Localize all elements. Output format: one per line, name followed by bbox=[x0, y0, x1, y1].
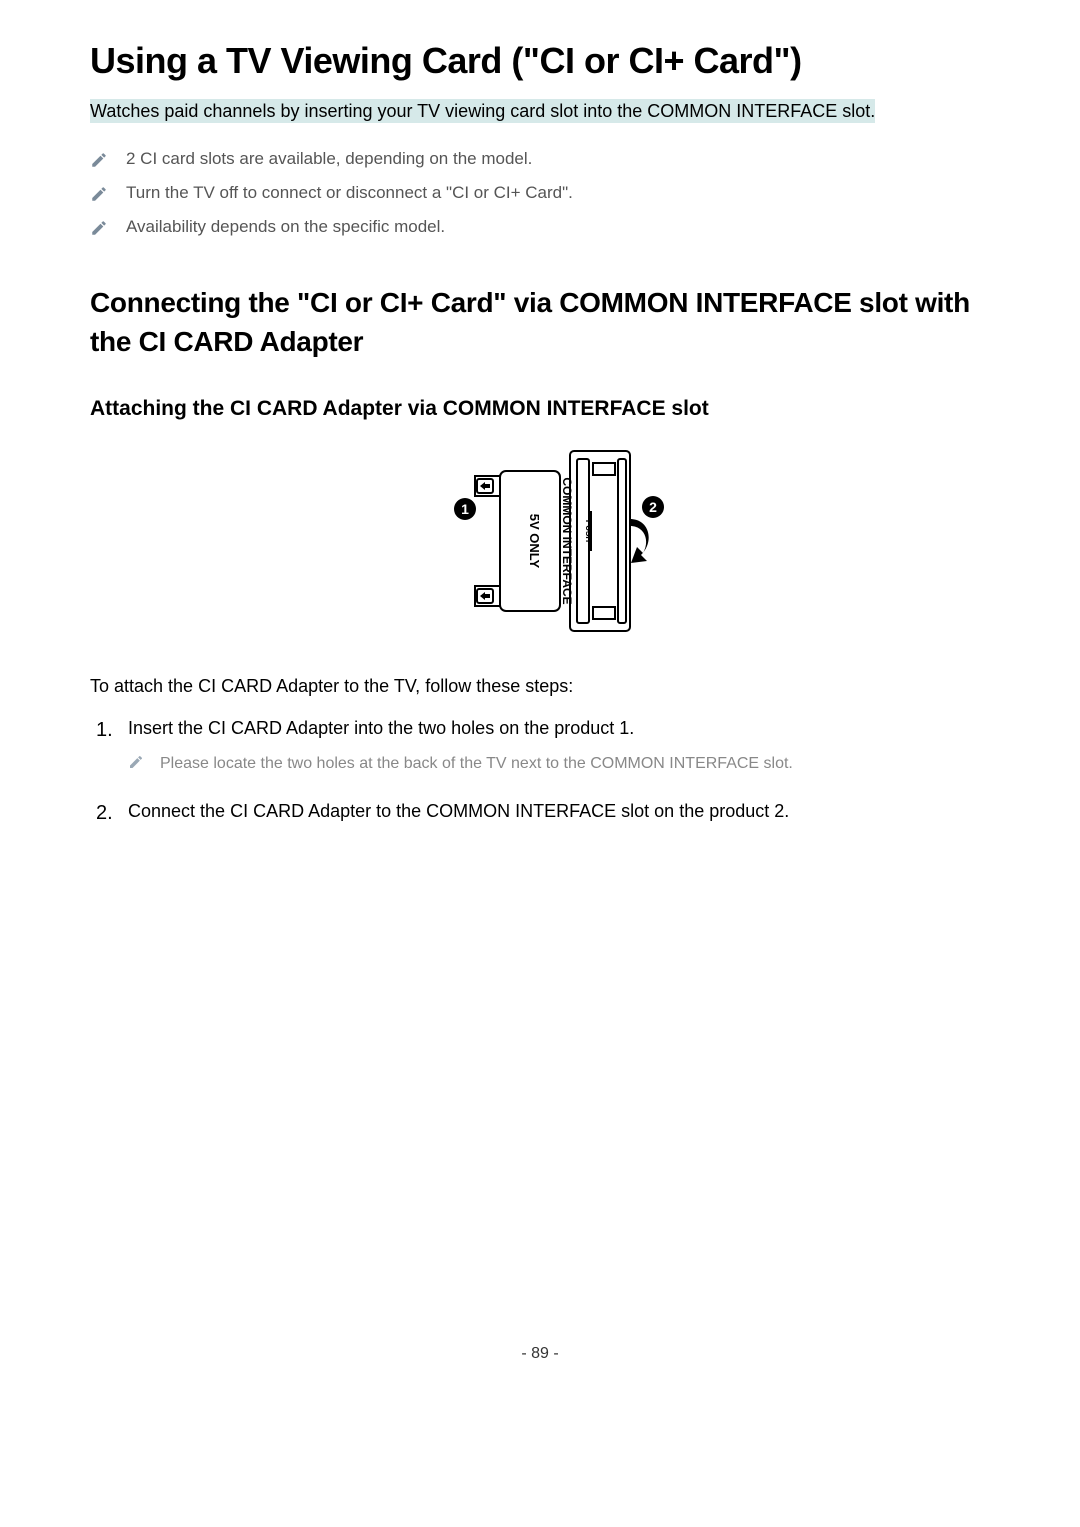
steps-intro: To attach the CI CARD Adapter to the TV,… bbox=[90, 676, 990, 697]
note-row: Availability depends on the specific mod… bbox=[90, 217, 990, 237]
svg-text:COMMON INTERFACE: COMMON INTERFACE bbox=[560, 478, 574, 605]
notes-block: 2 CI card slots are available, depending… bbox=[90, 149, 990, 237]
subsection-heading: Attaching the CI CARD Adapter via COMMON… bbox=[90, 397, 990, 421]
svg-text:5V ONLY: 5V ONLY bbox=[527, 514, 542, 569]
step-item: Insert the CI CARD Adapter into the two … bbox=[90, 715, 990, 776]
step-subnote-text: Please locate the two holes at the back … bbox=[160, 752, 793, 776]
pencil-icon bbox=[90, 219, 108, 237]
page-title: Using a TV Viewing Card ("CI or CI+ Card… bbox=[90, 40, 990, 82]
ci-card-diagram: 1 2 5V ONLY COMMON INTERFACE PUSH bbox=[405, 441, 675, 641]
step-subnote: Please locate the two holes at the back … bbox=[128, 752, 990, 776]
pencil-icon bbox=[90, 151, 108, 169]
steps-list: Insert the CI CARD Adapter into the two … bbox=[90, 715, 990, 825]
section-heading: Connecting the "CI or CI+ Card" via COMM… bbox=[90, 283, 990, 361]
page-number: - 89 - bbox=[90, 1345, 990, 1363]
document-page: Using a TV Viewing Card ("CI or CI+ Card… bbox=[0, 0, 1080, 1403]
step-item: Connect the CI CARD Adapter to the COMMO… bbox=[90, 798, 990, 825]
svg-text:2: 2 bbox=[649, 499, 657, 515]
note-text: Availability depends on the specific mod… bbox=[126, 217, 990, 237]
note-text: 2 CI card slots are available, depending… bbox=[126, 149, 990, 169]
step-text: Insert the CI CARD Adapter into the two … bbox=[128, 718, 634, 738]
svg-text:1: 1 bbox=[461, 501, 469, 517]
svg-text:PUSH: PUSH bbox=[584, 520, 593, 542]
pencil-icon bbox=[128, 754, 144, 770]
note-row: Turn the TV off to connect or disconnect… bbox=[90, 183, 990, 203]
pencil-icon bbox=[90, 185, 108, 203]
step-text: Connect the CI CARD Adapter to the COMMO… bbox=[128, 801, 789, 821]
note-text: Turn the TV off to connect or disconnect… bbox=[126, 183, 990, 203]
note-row: 2 CI card slots are available, depending… bbox=[90, 149, 990, 169]
subtitle-highlight: Watches paid channels by inserting your … bbox=[90, 99, 875, 123]
subtitle-highlight-wrap: Watches paid channels by inserting your … bbox=[90, 98, 990, 125]
diagram-container: 1 2 5V ONLY COMMON INTERFACE PUSH bbox=[90, 441, 990, 646]
